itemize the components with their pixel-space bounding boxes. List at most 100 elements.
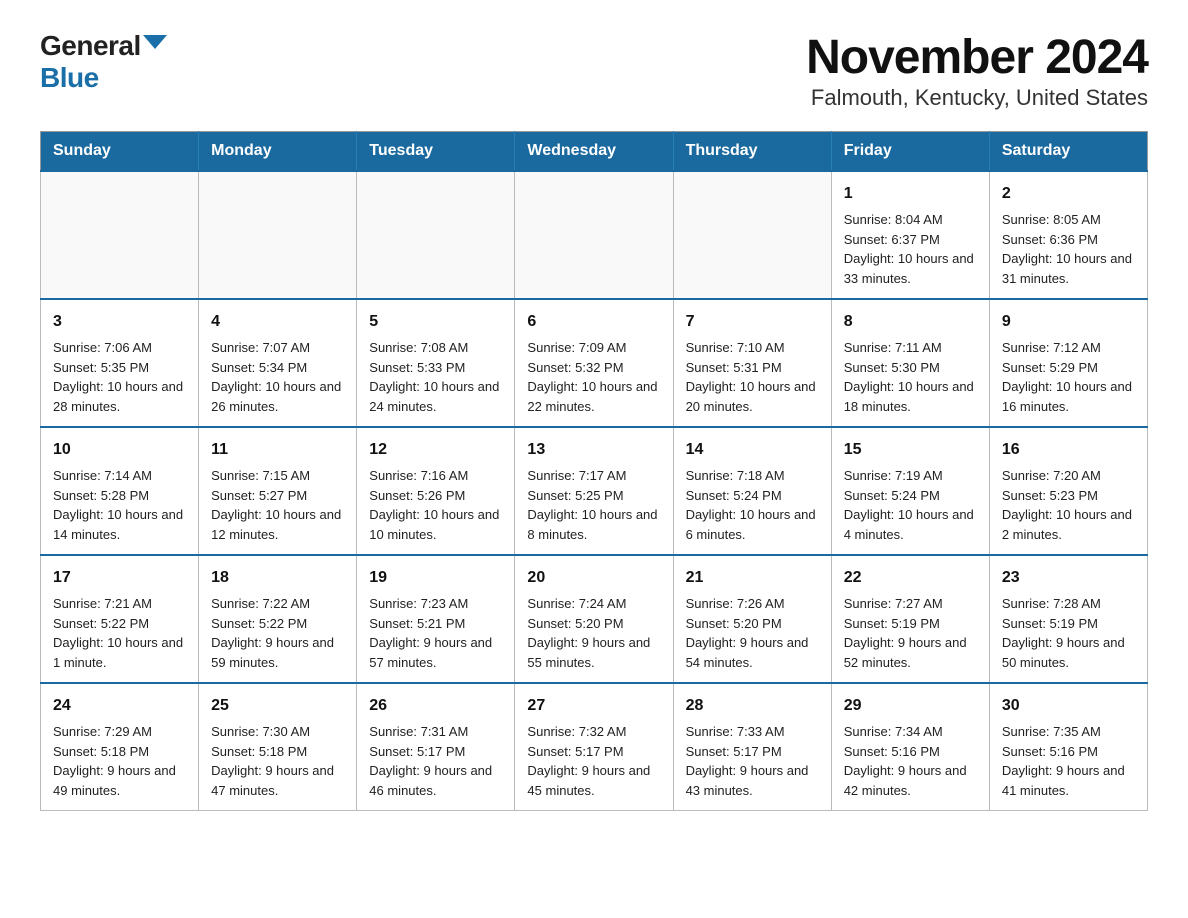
calendar-cell: 6 Sunrise: 7:09 AM Sunset: 5:32 PM Daylig… [515,299,673,427]
day-info: Sunrise: 7:18 AM Sunset: 5:24 PM Dayligh… [686,466,819,544]
day-info: Sunrise: 7:10 AM Sunset: 5:31 PM Dayligh… [686,338,819,416]
calendar-cell [41,171,199,299]
day-info: Sunrise: 7:24 AM Sunset: 5:20 PM Dayligh… [527,594,660,672]
day-info: Sunrise: 7:11 AM Sunset: 5:30 PM Dayligh… [844,338,977,416]
day-info: Sunrise: 7:09 AM Sunset: 5:32 PM Dayligh… [527,338,660,416]
day-number: 28 [686,694,819,718]
calendar-cell: 28 Sunrise: 7:33 AM Sunset: 5:17 PM Dayli… [673,683,831,811]
header-sunday: Sunday [41,132,199,172]
calendar-cell: 1 Sunrise: 8:04 AM Sunset: 6:37 PM Daylig… [831,171,989,299]
calendar-cell: 3Sunrise: 7:06 AM Sunset: 5:35 PM Daylig… [41,299,199,427]
logo: General Blue [40,30,167,94]
calendar-week-row: 24Sunrise: 7:29 AM Sunset: 5:18 PM Dayli… [41,683,1148,811]
calendar-cell: 5 Sunrise: 7:08 AM Sunset: 5:33 PM Daylig… [357,299,515,427]
day-info: Sunrise: 7:33 AM Sunset: 5:17 PM Dayligh… [686,722,819,800]
day-number: 9 [1002,310,1135,334]
calendar-cell: 14Sunrise: 7:18 AM Sunset: 5:24 PM Dayli… [673,427,831,555]
day-number: 29 [844,694,977,718]
day-info: Sunrise: 7:08 AM Sunset: 5:33 PM Dayligh… [369,338,502,416]
page-title: November 2024 [806,30,1148,85]
calendar-cell: 24Sunrise: 7:29 AM Sunset: 5:18 PM Dayli… [41,683,199,811]
calendar-cell: 20 Sunrise: 7:24 AM Sunset: 5:20 PM Dayli… [515,555,673,683]
title-block: November 2024 Falmouth, Kentucky, United… [806,30,1148,111]
calendar-week-row: 3Sunrise: 7:06 AM Sunset: 5:35 PM Daylig… [41,299,1148,427]
day-info: Sunrise: 7:30 AM Sunset: 5:18 PM Dayligh… [211,722,344,800]
calendar-cell: 25 Sunrise: 7:30 AM Sunset: 5:18 PM Dayli… [199,683,357,811]
calendar-cell: 22 Sunrise: 7:27 AM Sunset: 5:19 PM Dayli… [831,555,989,683]
day-info: Sunrise: 7:15 AM Sunset: 5:27 PM Dayligh… [211,466,344,544]
day-info: Sunrise: 8:05 AM Sunset: 6:36 PM Dayligh… [1002,210,1135,288]
day-info: Sunrise: 7:07 AM Sunset: 5:34 PM Dayligh… [211,338,344,416]
header-monday: Monday [199,132,357,172]
day-number: 23 [1002,566,1135,590]
calendar-table: SundayMondayTuesdayWednesdayThursdayFrid… [40,131,1148,811]
day-info: Sunrise: 7:31 AM Sunset: 5:17 PM Dayligh… [369,722,502,800]
day-info: Sunrise: 7:29 AM Sunset: 5:18 PM Dayligh… [53,722,186,800]
day-number: 21 [686,566,819,590]
calendar-cell: 18 Sunrise: 7:22 AM Sunset: 5:22 PM Dayli… [199,555,357,683]
logo-blue: Blue [40,62,99,93]
calendar-cell: 7 Sunrise: 7:10 AM Sunset: 5:31 PM Daylig… [673,299,831,427]
day-number: 27 [527,694,660,718]
day-number: 1 [844,182,977,206]
calendar-cell: 9 Sunrise: 7:12 AM Sunset: 5:29 PM Daylig… [989,299,1147,427]
day-number: 19 [369,566,502,590]
day-info: Sunrise: 7:19 AM Sunset: 5:24 PM Dayligh… [844,466,977,544]
day-number: 11 [211,438,344,462]
day-number: 30 [1002,694,1135,718]
calendar-cell: 19 Sunrise: 7:23 AM Sunset: 5:21 PM Dayli… [357,555,515,683]
day-info: Sunrise: 7:20 AM Sunset: 5:23 PM Dayligh… [1002,466,1135,544]
day-number: 22 [844,566,977,590]
day-number: 7 [686,310,819,334]
day-number: 26 [369,694,502,718]
calendar-cell: 30 Sunrise: 7:35 AM Sunset: 5:16 PM Dayli… [989,683,1147,811]
day-number: 25 [211,694,344,718]
day-number: 5 [369,310,502,334]
day-number: 18 [211,566,344,590]
day-info: Sunrise: 7:32 AM Sunset: 5:17 PM Dayligh… [527,722,660,800]
calendar-week-row: 10Sunrise: 7:14 AM Sunset: 5:28 PM Dayli… [41,427,1148,555]
header-friday: Friday [831,132,989,172]
day-number: 10 [53,438,186,462]
header-tuesday: Tuesday [357,132,515,172]
day-number: 4 [211,310,344,334]
calendar-cell: 23 Sunrise: 7:28 AM Sunset: 5:19 PM Dayli… [989,555,1147,683]
day-info: Sunrise: 7:16 AM Sunset: 5:26 PM Dayligh… [369,466,502,544]
calendar-cell: 17Sunrise: 7:21 AM Sunset: 5:22 PM Dayli… [41,555,199,683]
day-info: Sunrise: 7:06 AM Sunset: 5:35 PM Dayligh… [53,338,186,416]
calendar-header-row: SundayMondayTuesdayWednesdayThursdayFrid… [41,132,1148,172]
day-info: Sunrise: 7:34 AM Sunset: 5:16 PM Dayligh… [844,722,977,800]
day-info: Sunrise: 7:22 AM Sunset: 5:22 PM Dayligh… [211,594,344,672]
day-number: 6 [527,310,660,334]
calendar-cell: 10Sunrise: 7:14 AM Sunset: 5:28 PM Dayli… [41,427,199,555]
day-number: 20 [527,566,660,590]
day-info: Sunrise: 8:04 AM Sunset: 6:37 PM Dayligh… [844,210,977,288]
header-saturday: Saturday [989,132,1147,172]
calendar-week-row: 1 Sunrise: 8:04 AM Sunset: 6:37 PM Daylig… [41,171,1148,299]
header-thursday: Thursday [673,132,831,172]
calendar-cell [673,171,831,299]
day-info: Sunrise: 7:26 AM Sunset: 5:20 PM Dayligh… [686,594,819,672]
day-number: 12 [369,438,502,462]
calendar-cell: 26 Sunrise: 7:31 AM Sunset: 5:17 PM Dayli… [357,683,515,811]
day-info: Sunrise: 7:12 AM Sunset: 5:29 PM Dayligh… [1002,338,1135,416]
calendar-cell: 4 Sunrise: 7:07 AM Sunset: 5:34 PM Daylig… [199,299,357,427]
day-number: 13 [527,438,660,462]
calendar-cell: 27 Sunrise: 7:32 AM Sunset: 5:17 PM Dayli… [515,683,673,811]
day-info: Sunrise: 7:27 AM Sunset: 5:19 PM Dayligh… [844,594,977,672]
day-number: 2 [1002,182,1135,206]
day-number: 16 [1002,438,1135,462]
page-subtitle: Falmouth, Kentucky, United States [806,85,1148,111]
day-info: Sunrise: 7:28 AM Sunset: 5:19 PM Dayligh… [1002,594,1135,672]
calendar-cell: 11 Sunrise: 7:15 AM Sunset: 5:27 PM Dayli… [199,427,357,555]
day-info: Sunrise: 7:35 AM Sunset: 5:16 PM Dayligh… [1002,722,1135,800]
calendar-cell: 8Sunrise: 7:11 AM Sunset: 5:30 PM Daylig… [831,299,989,427]
logo-general: General [40,30,141,62]
day-info: Sunrise: 7:23 AM Sunset: 5:21 PM Dayligh… [369,594,502,672]
logo-arrow-icon [143,35,167,49]
page-header: General Blue November 2024 Falmouth, Ken… [40,30,1148,111]
calendar-cell: 13Sunrise: 7:17 AM Sunset: 5:25 PM Dayli… [515,427,673,555]
calendar-cell [199,171,357,299]
calendar-week-row: 17Sunrise: 7:21 AM Sunset: 5:22 PM Dayli… [41,555,1148,683]
day-info: Sunrise: 7:21 AM Sunset: 5:22 PM Dayligh… [53,594,186,672]
